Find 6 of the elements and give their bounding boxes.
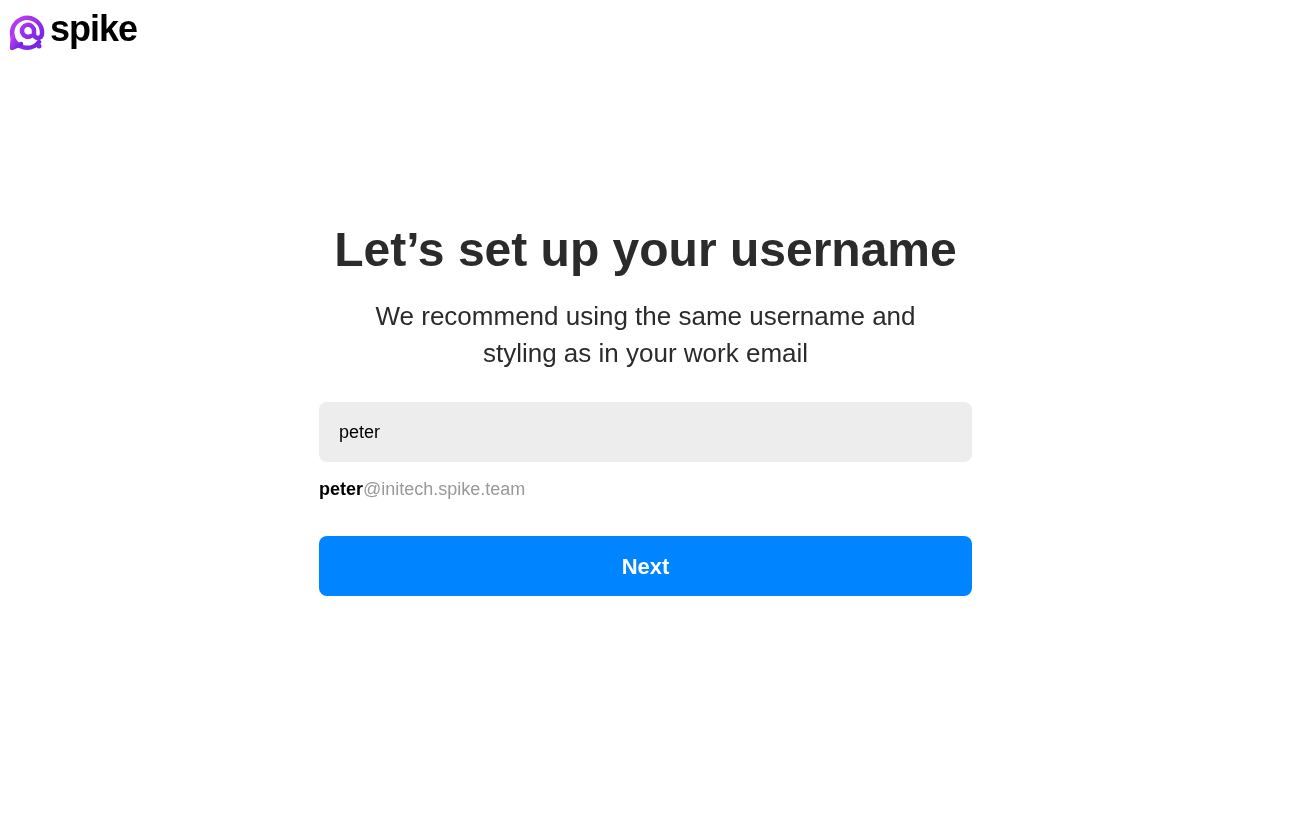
logo-text: spike	[50, 11, 138, 47]
address-preview: peter@initech.spike.team	[319, 478, 527, 501]
username-field[interactable]: peter	[319, 402, 972, 462]
page-heading: Let’s set up your username	[334, 222, 957, 278]
subtitle: We recommend using the same username and styling as in your work email	[374, 300, 917, 370]
next-button[interactable]: Next	[319, 536, 972, 596]
